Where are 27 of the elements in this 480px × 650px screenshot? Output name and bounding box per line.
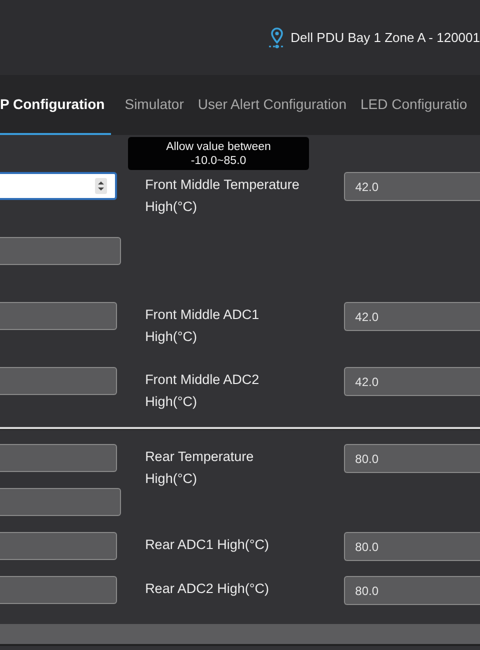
spinner-icon[interactable] <box>95 178 108 194</box>
input-field[interactable]: 80.0 <box>344 444 480 473</box>
field-label: Rear ADC2 High(°C) <box>145 580 270 598</box>
input-field[interactable] <box>0 488 121 516</box>
tab[interactable]: Simulator <box>124 75 184 135</box>
tooltip-text: -10.0~85.0 <box>190 154 246 168</box>
input-field[interactable] <box>0 367 118 395</box>
field-label: Rear ADC1 High(°C) <box>145 536 270 554</box>
input-field[interactable] <box>0 237 121 265</box>
field-label: Front Middle ADC2 High(°C) <box>145 371 260 411</box>
field-label: Front Middle Temperature High(°C) <box>145 176 300 216</box>
input-field[interactable]: 42.0 <box>344 302 480 331</box>
tab[interactable]: LED Configuratio <box>360 75 468 135</box>
input-field[interactable]: 80.0 <box>344 576 480 605</box>
input-field[interactable]: 80.0 <box>344 532 480 561</box>
tab[interactable]: User Alert Configuration <box>198 75 347 135</box>
input-field[interactable] <box>0 532 118 560</box>
field-label: Rear Temperature High(°C) <box>145 448 255 488</box>
input-field[interactable] <box>0 302 118 330</box>
input-field[interactable]: 42.0 <box>344 367 480 396</box>
input-field[interactable] <box>0 444 118 472</box>
input-field[interactable] <box>0 172 118 200</box>
input-field[interactable]: 42.0 <box>344 172 480 201</box>
field-label: Front Middle ADC1 High(°C) <box>145 306 260 346</box>
input-field[interactable] <box>0 576 118 604</box>
location-text: Dell PDU Bay 1 Zone A - 120001 <box>290 30 480 45</box>
tooltip-text: Allow value between <box>166 140 271 154</box>
